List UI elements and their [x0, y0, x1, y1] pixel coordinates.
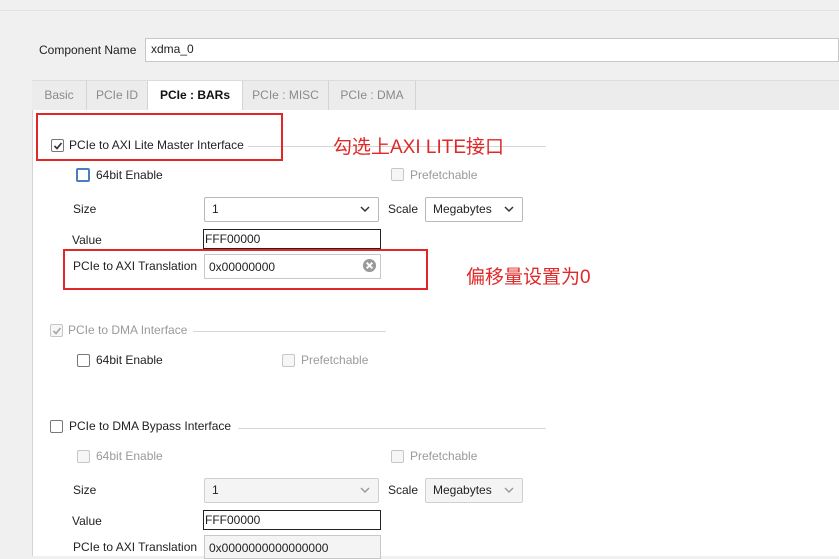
lite-size-label: Size [73, 202, 97, 216]
dma-prefetchable-checkbox[interactable] [282, 354, 295, 367]
lite-size-value: 1 [212, 202, 219, 216]
annotation-lite-note: 勾选上AXI LITE接口 [333, 137, 505, 158]
bypass-prefetchable-checkbox[interactable] [391, 450, 404, 463]
chevron-down-icon [504, 206, 514, 213]
dma-enable-checkbox[interactable] [50, 324, 63, 337]
bypass-value-label: Value [72, 514, 102, 528]
component-name-field[interactable]: xdma_0 [145, 38, 839, 62]
bypass-prefetchable-label: Prefetchable [410, 449, 478, 463]
tab-pcie-misc[interactable]: PCIe : MISC [243, 81, 329, 110]
highlight-box-lite [36, 113, 283, 161]
tab-basic[interactable]: Basic [32, 81, 87, 110]
bypass-translation-label: PCIe to AXI Translation [73, 540, 198, 554]
bypass-section-title: PCIe to DMA Bypass Interface [69, 419, 232, 433]
bypass-64bit-checkbox[interactable] [77, 450, 90, 463]
lite-scale-value: Megabytes [433, 202, 492, 216]
bypass-value-field[interactable]: FFF00000 [203, 510, 381, 530]
bypass-size-value: 1 [212, 483, 219, 497]
dma-64bit-label: 64bit Enable [96, 353, 163, 367]
dma-prefetchable-label: Prefetchable [301, 353, 369, 367]
bypass-scale-label: Scale [388, 483, 419, 497]
lite-prefetchable-label: Prefetchable [410, 168, 478, 182]
tab-pcie-id[interactable]: PCIe ID [87, 81, 148, 110]
annotation-offset-note: 偏移量设置为0 [466, 267, 591, 288]
bypass-64bit-label: 64bit Enable [96, 449, 163, 463]
bypass-translation-field[interactable]: 0x0000000000000000 [204, 535, 381, 559]
chevron-down-icon [360, 206, 370, 213]
bypass-size-label: Size [73, 483, 97, 497]
dma-section-separator [193, 331, 386, 332]
lite-64bit-label: 64bit Enable [96, 168, 163, 182]
lite-value-field[interactable]: FFF00000 [203, 229, 381, 249]
dma-64bit-checkbox[interactable] [77, 354, 90, 367]
checkmark-icon [52, 326, 61, 335]
lite-scale-select[interactable]: Megabytes [425, 197, 523, 222]
bypass-enable-checkbox[interactable] [50, 420, 63, 433]
lite-value-label: Value [72, 233, 102, 247]
highlight-box-translation [63, 249, 428, 290]
bypass-translation-value: 0x0000000000000000 [209, 541, 329, 555]
chevron-down-icon [360, 487, 370, 494]
lite-64bit-checkbox[interactable] [76, 168, 90, 182]
bypass-section-separator [238, 428, 546, 429]
lite-prefetchable-checkbox[interactable] [391, 168, 404, 181]
top-divider [0, 10, 839, 11]
dma-section-title: PCIe to DMA Interface [68, 323, 188, 337]
chevron-down-icon [504, 487, 514, 494]
component-name-label: Component Name [39, 43, 137, 57]
bypass-scale-select[interactable]: Megabytes [425, 478, 523, 503]
tab-pcie-bars[interactable]: PCIe : BARs [148, 81, 243, 111]
tab-bar: Basic PCIe ID PCIe : BARs PCIe : MISC PC… [32, 80, 839, 111]
bypass-size-select[interactable]: 1 [204, 478, 379, 503]
lite-size-select[interactable]: 1 [204, 197, 379, 222]
tab-pcie-dma[interactable]: PCIe : DMA [329, 81, 416, 110]
bypass-scale-value: Megabytes [433, 483, 492, 497]
lite-scale-label: Scale [388, 202, 419, 216]
